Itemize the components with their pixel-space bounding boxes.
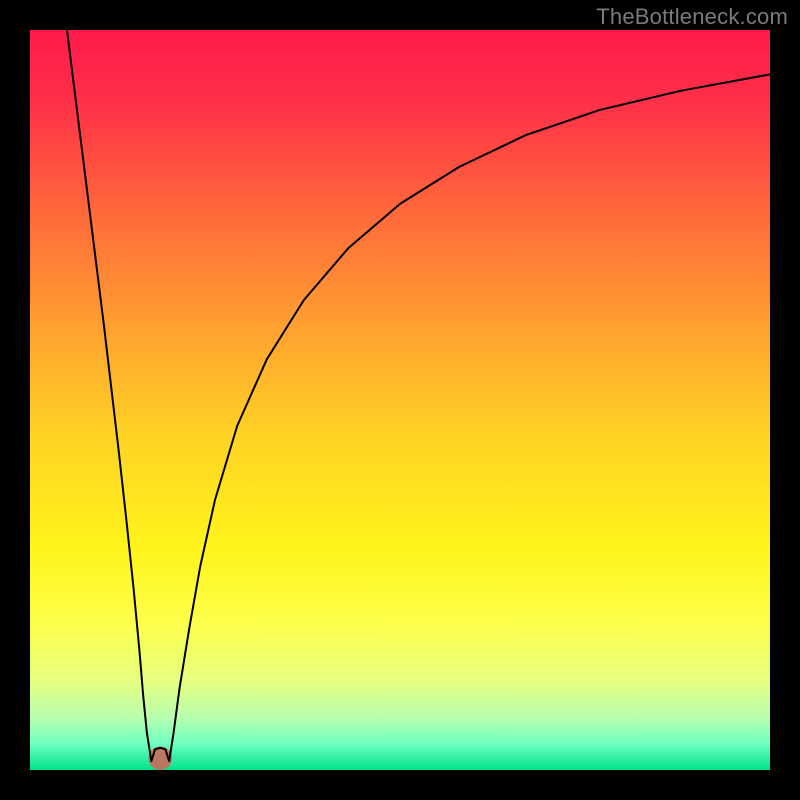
- chart-frame: TheBottleneck.com: [0, 0, 800, 800]
- curve-layer: [30, 30, 770, 770]
- watermark-text: TheBottleneck.com: [596, 4, 788, 30]
- bottleneck-curve: [67, 30, 770, 761]
- plot-area: [30, 30, 770, 770]
